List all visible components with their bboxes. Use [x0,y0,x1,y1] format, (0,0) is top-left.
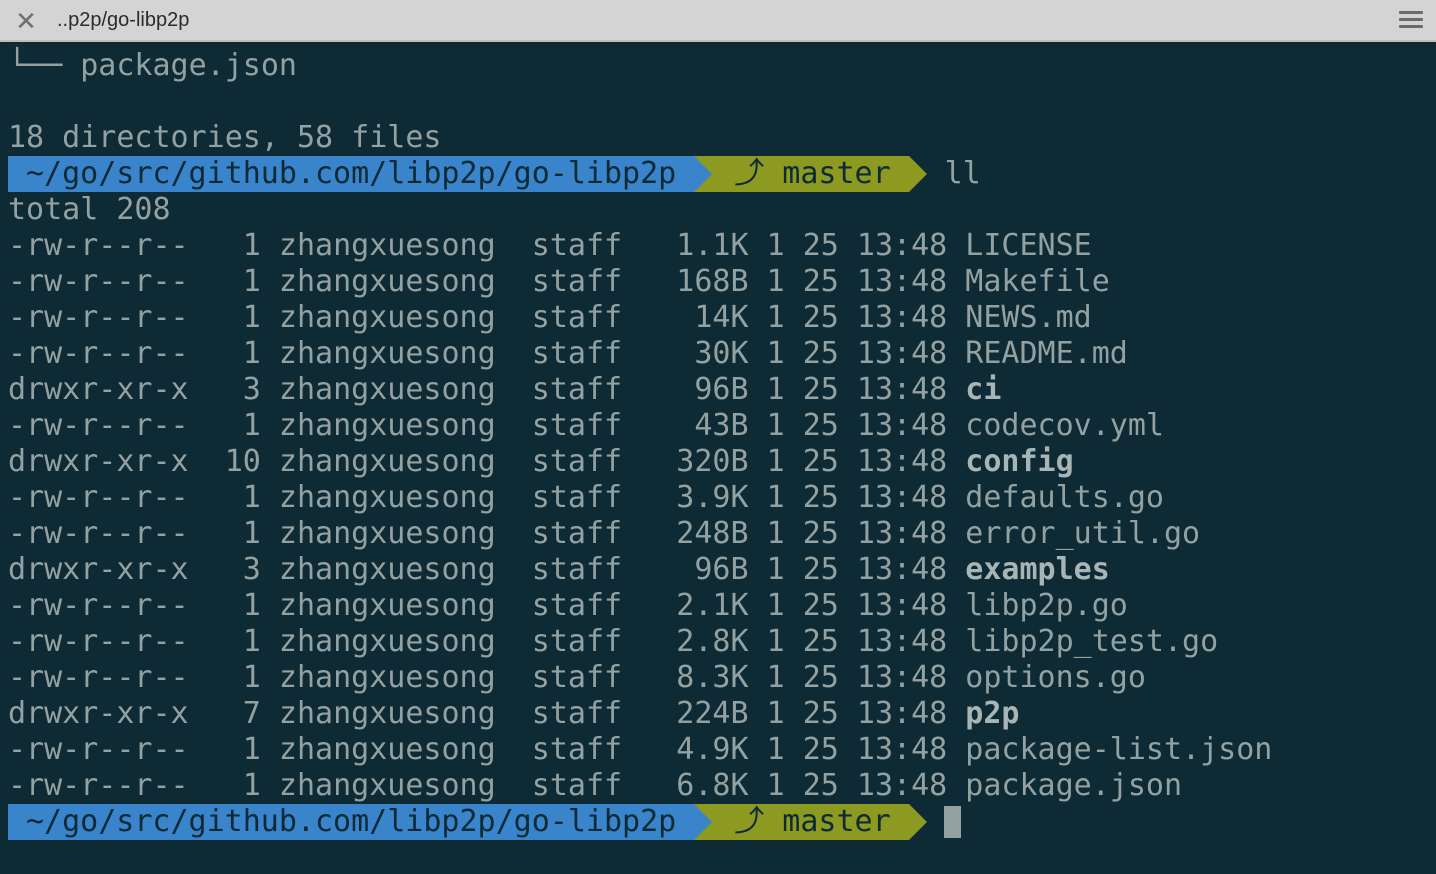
listing-row: -rw-r--r-- 1 zhangxuesong staff 8.3K 1 2… [8,660,1146,696]
prompt-path: ~/go/src/github.com/libp2p/go-libp2p [8,156,695,192]
listing-row: -rw-r--r-- 1 zhangxuesong staff 2.1K 1 2… [8,588,1128,624]
file-name: error_util.go [965,516,1201,551]
total-line: total 208 [8,192,171,227]
listing-meta: -rw-r--r-- 1 zhangxuesong staff 2.1K 1 2… [8,588,966,623]
listing-meta: -rw-r--r-- 1 zhangxuesong staff 1.1K 1 2… [8,228,966,263]
listing-row: -rw-r--r-- 1 zhangxuesong staff 30K 1 25… [8,336,1128,372]
listing-meta: -rw-r--r-- 1 zhangxuesong staff 4.9K 1 2… [8,732,966,767]
file-name: LICENSE [965,228,1092,263]
listing-row: -rw-r--r-- 1 zhangxuesong staff 168B 1 2… [8,264,1110,300]
file-name: Makefile [965,264,1110,299]
listing-row: -rw-r--r-- 1 zhangxuesong staff 2.8K 1 2… [8,624,1218,660]
listing-meta: drwxr-xr-x 3 zhangxuesong staff 96B 1 25… [8,372,966,407]
file-name: package.json [965,768,1183,803]
file-name: codecov.yml [965,408,1164,443]
listing-row: -rw-r--r-- 1 zhangxuesong staff 6.8K 1 2… [8,768,1182,804]
listing-row: -rw-r--r-- 1 zhangxuesong staff 43B 1 25… [8,408,1164,444]
directory-name: ci [965,372,1002,407]
directory-name: p2p [965,696,1020,731]
segment-separator-icon [694,156,713,192]
listing-meta: drwxr-xr-x 10 zhangxuesong staff 320B 1 … [8,444,966,479]
tree-summary: 18 directories, 58 files [8,120,442,155]
window-title: ..p2p/go-libp2p [57,9,190,31]
file-name: libp2p_test.go [965,624,1219,659]
listing-row: -rw-r--r-- 1 zhangxuesong staff 4.9K 1 2… [8,732,1272,768]
listing-meta: -rw-r--r-- 1 zhangxuesong staff 14K 1 25… [8,300,966,335]
listing-meta: -rw-r--r-- 1 zhangxuesong staff 2.8K 1 2… [8,624,966,659]
command-text: ll [944,156,981,191]
listing-row: drwxr-xr-x 7 zhangxuesong staff 224B 1 2… [8,696,1019,732]
listing-row: -rw-r--r-- 1 zhangxuesong staff 14K 1 25… [8,300,1092,336]
listing-meta: -rw-r--r-- 1 zhangxuesong staff 248B 1 2… [8,516,966,551]
title-bar: ✕ ..p2p/go-libp2p [0,0,1436,42]
terminal[interactable]: └── package.json 18 directories, 58 file… [0,44,1436,874]
file-name: options.go [965,660,1146,695]
listing-meta: -rw-r--r-- 1 zhangxuesong staff 3.9K 1 2… [8,480,966,515]
segment-separator-icon [694,804,713,840]
file-name: defaults.go [965,480,1164,515]
listing-meta: drwxr-xr-x 7 zhangxuesong staff 224B 1 2… [8,696,966,731]
file-name: README.md [965,336,1128,371]
listing-row: -rw-r--r-- 1 zhangxuesong staff 3.9K 1 2… [8,480,1164,516]
directory-name: examples [965,552,1110,587]
file-name: package-list.json [965,732,1273,767]
prompt-current: ~/go/src/github.com/libp2p/go-libp2p ⤴ m… [8,804,961,840]
prompt: ~/go/src/github.com/libp2p/go-libp2p ⤴ m… [8,156,981,192]
listing-row: drwxr-xr-x 10 zhangxuesong staff 320B 1 … [8,444,1074,480]
file-name: libp2p.go [965,588,1128,623]
listing-meta: -rw-r--r-- 1 zhangxuesong staff 8.3K 1 2… [8,660,966,695]
listing-meta: drwxr-xr-x 3 zhangxuesong staff 96B 1 25… [8,552,966,587]
file-name: NEWS.md [965,300,1092,335]
segment-separator-icon [908,156,927,192]
listing-row: drwxr-xr-x 3 zhangxuesong staff 96B 1 25… [8,552,1110,588]
tree-last-line: └── package.json [8,48,297,83]
git-branch: ⤴ master [712,804,909,840]
directory-name: config [965,444,1074,479]
hamburger-menu-icon[interactable] [1399,11,1423,31]
prompt-path: ~/go/src/github.com/libp2p/go-libp2p [8,804,695,840]
listing-row: -rw-r--r-- 1 zhangxuesong staff 1.1K 1 2… [8,228,1092,264]
segment-separator-icon [908,804,927,840]
listing-meta: -rw-r--r-- 1 zhangxuesong staff 43B 1 25… [8,408,966,443]
cursor[interactable] [943,806,961,838]
listing-row: -rw-r--r-- 1 zhangxuesong staff 248B 1 2… [8,516,1200,552]
listing-meta: -rw-r--r-- 1 zhangxuesong staff 30K 1 25… [8,336,966,371]
listing-meta: -rw-r--r-- 1 zhangxuesong staff 6.8K 1 2… [8,768,966,803]
close-icon[interactable]: ✕ [14,8,38,34]
listing-row: drwxr-xr-x 3 zhangxuesong staff 96B 1 25… [8,372,1001,408]
listing-meta: -rw-r--r-- 1 zhangxuesong staff 168B 1 2… [8,264,966,299]
git-branch: ⤴ master [712,156,909,192]
